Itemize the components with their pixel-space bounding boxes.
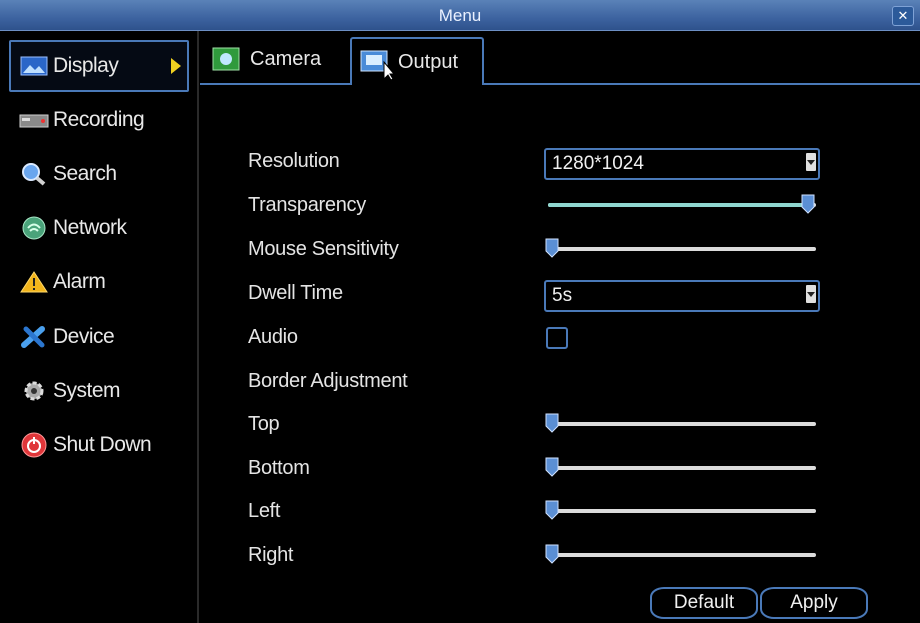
mouse-sensitivity-slider[interactable]: [545, 238, 816, 260]
sidebar: Display Recording Search Network Alarm D…: [0, 31, 199, 623]
slider-thumb[interactable]: [545, 238, 559, 258]
tab-label: Camera: [250, 47, 322, 70]
right-label: Right: [248, 544, 294, 566]
close-icon: ✕: [897, 8, 909, 23]
left-label: Left: [248, 500, 281, 522]
bottom-label: Bottom: [248, 457, 310, 479]
tab-label: Output: [398, 50, 459, 73]
search-icon: [19, 162, 49, 186]
sidebar-item-search[interactable]: Search: [11, 149, 187, 199]
recording-icon: [19, 108, 49, 132]
resolution-select[interactable]: 1280*1024: [544, 148, 820, 180]
output-settings-panel: Resolution 1280*1024 Transparency Mouse …: [200, 85, 920, 623]
sidebar-item-system[interactable]: System: [11, 366, 187, 416]
slider-thumb[interactable]: [801, 194, 815, 214]
chevron-down-icon: [806, 285, 816, 303]
close-button[interactable]: ✕: [892, 6, 914, 26]
camera-tab-icon: [212, 47, 240, 71]
alarm-icon: [19, 270, 49, 294]
transparency-label: Transparency: [248, 194, 366, 216]
display-icon: [19, 54, 49, 78]
dwell-time-select[interactable]: 5s: [544, 280, 820, 312]
sidebar-item-network[interactable]: Network: [11, 203, 187, 253]
left-slider[interactable]: [545, 500, 816, 522]
device-icon: [19, 325, 49, 349]
menu-window: Menu ✕ Display Recording Search Network …: [0, 0, 920, 623]
chevron-down-icon: [806, 153, 816, 171]
window-title: Menu: [438, 6, 482, 25]
sidebar-item-label: Device: [53, 325, 115, 348]
default-button[interactable]: Default: [650, 587, 758, 619]
system-icon: [19, 379, 49, 403]
sidebar-item-alarm[interactable]: Alarm: [11, 257, 187, 307]
sidebar-item-label: Search: [53, 162, 117, 185]
sidebar-item-label: Network: [53, 216, 127, 239]
transparency-slider[interactable]: [548, 194, 816, 216]
sidebar-item-shutdown[interactable]: Shut Down: [11, 420, 187, 470]
sidebar-item-label: Shut Down: [53, 433, 152, 456]
mouse-sensitivity-label: Mouse Sensitivity: [248, 238, 399, 260]
top-slider[interactable]: [545, 413, 816, 435]
slider-track: [548, 466, 816, 470]
slider-thumb[interactable]: [545, 544, 559, 564]
slider-fill: [548, 203, 808, 207]
resolution-label: Resolution: [248, 150, 340, 172]
sidebar-item-label: Alarm: [53, 270, 106, 293]
border-adjustment-label: Border Adjustment: [248, 370, 408, 392]
network-icon: [19, 216, 49, 240]
slider-track: [548, 422, 816, 426]
tab-camera[interactable]: Camera: [204, 37, 350, 81]
shutdown-icon: [19, 432, 49, 458]
slider-thumb[interactable]: [545, 500, 559, 520]
bottom-slider[interactable]: [545, 457, 816, 479]
tab-output[interactable]: Output: [350, 37, 484, 85]
slider-track: [548, 509, 816, 513]
sidebar-item-display[interactable]: Display: [9, 40, 189, 92]
slider-track: [548, 553, 816, 557]
audio-label: Audio: [248, 326, 298, 348]
title-bar: Menu ✕: [0, 0, 920, 31]
apply-button[interactable]: Apply: [760, 587, 868, 619]
sidebar-item-label: Recording: [53, 108, 145, 131]
slider-thumb[interactable]: [545, 457, 559, 477]
slider-thumb[interactable]: [545, 413, 559, 433]
sidebar-item-label: Display: [53, 54, 119, 77]
output-tab-icon: [360, 50, 396, 81]
dwell-time-label: Dwell Time: [248, 282, 343, 304]
active-arrow-icon: [171, 58, 181, 74]
top-label: Top: [248, 413, 280, 435]
resolution-value: 1280*1024: [552, 153, 644, 174]
slider-track: [548, 247, 816, 251]
sidebar-item-label: System: [53, 379, 121, 402]
sidebar-item-device[interactable]: Device: [11, 312, 187, 362]
audio-checkbox[interactable]: [546, 327, 568, 349]
sidebar-item-recording[interactable]: Recording: [11, 95, 187, 145]
dwell-time-value: 5s: [552, 285, 573, 306]
tab-bar: Camera Output: [200, 37, 920, 85]
right-slider[interactable]: [545, 544, 816, 566]
